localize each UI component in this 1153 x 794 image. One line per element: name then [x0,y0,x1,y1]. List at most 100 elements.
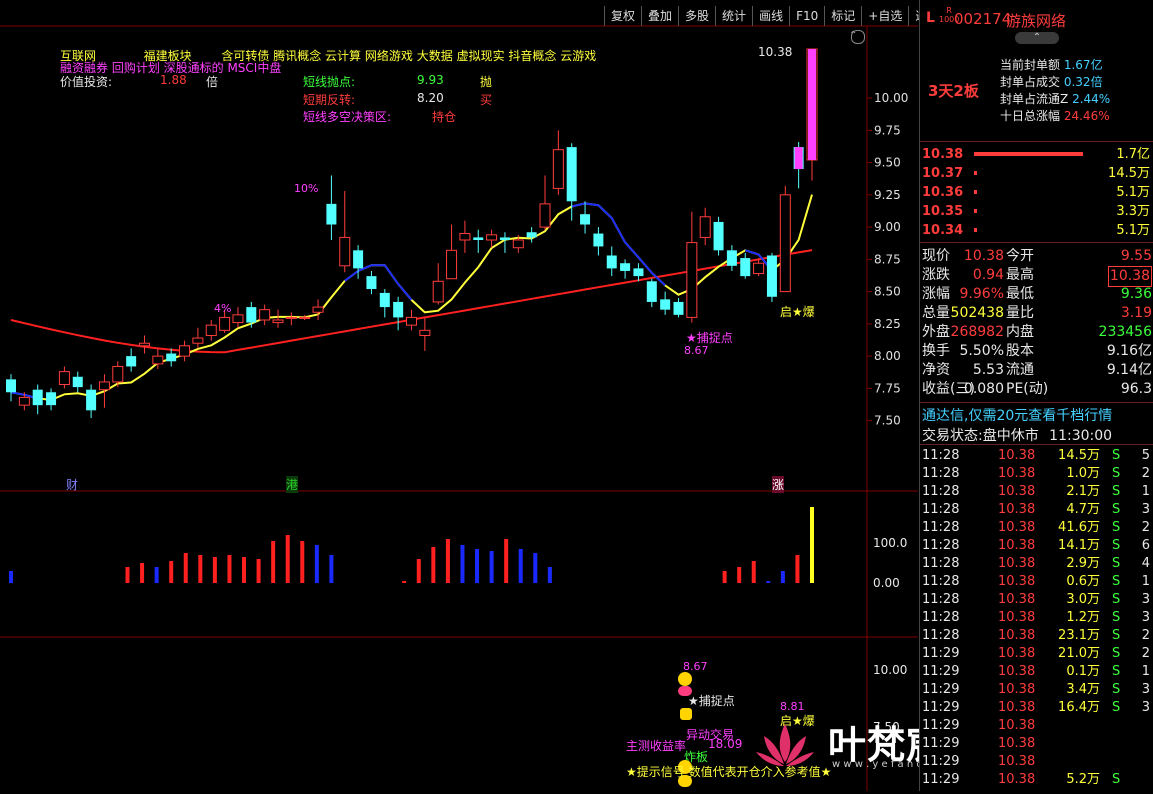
launch-label: 启★爆 [780,305,815,319]
toolbar-f10-button[interactable]: F10 [789,6,824,26]
candle-body [312,306,324,313]
trade-direction: S [1112,484,1121,499]
candle-body [246,307,257,323]
order-volume-bar [974,209,977,213]
toolbar-stats-button[interactable]: 统计 [715,6,752,26]
volume-bars [9,507,814,583]
toolbar-draw-line-button[interactable]: 画线 [752,6,789,26]
trade-price: 10.38 [998,772,1036,787]
candle-body [633,268,644,277]
finance-marker[interactable]: 财 [66,476,78,493]
trade-direction: S [1112,448,1121,463]
toolbar-multi-stock-button[interactable]: 多股 [678,6,715,26]
order-price: 10.37 [922,166,964,181]
candle-body [646,281,657,302]
candle-body [166,353,177,362]
trade-row: 11:29 10.38 0.1万 S 1 [920,663,1153,681]
trade-price: 10.38 [998,664,1036,679]
lotus-logo-icon [752,718,818,774]
candle-body [620,263,631,271]
kline-chart-area[interactable]: 10.00 9.75 9.50 9.25 9.00 8.75 8.50 8.25 8.00 7.7… [0,0,918,791]
order-volume-bar [974,228,977,232]
quote-row: 换手 5.50% 股本 9.16亿 [920,342,1153,361]
volume-bar [140,563,145,583]
order-book-row[interactable]: 10.36 5.1万 [920,183,1153,202]
volume-bar [402,581,407,583]
trade-count: 2 [1141,520,1150,535]
trade-direction: S [1112,628,1121,643]
candle-body [326,203,337,225]
volume-bar [285,535,290,583]
quote-label: 最低 [1006,286,1034,302]
candle-body [98,381,110,391]
trade-row: 11:29 10.38 3.4万 S 3 [920,681,1153,699]
kline-chart-svg[interactable]: 10.00 9.75 9.50 9.25 9.00 8.75 8.50 8.25 8.00 7.7… [0,0,918,791]
trade-price: 10.38 [998,502,1036,517]
trade-time: 11:29 [922,772,960,787]
valuation-label: 价值投资: [60,75,113,89]
volume-bar [9,571,13,583]
hk-connect-marker[interactable]: 港 [286,476,299,493]
trade-price: 10.38 [998,520,1036,535]
order-book-row[interactable]: 10.38 1.7亿 [920,145,1153,164]
trade-price: 10.38 [998,448,1036,463]
trade-volume: 1.0万 [1066,466,1100,481]
quote-value: 9.14亿 [1106,362,1152,378]
concept-tag[interactable]: 网络游戏 [365,49,413,63]
trade-time: 11:28 [922,610,960,625]
concept-tag[interactable]: 云计算 [325,49,361,63]
toolbar-mark-button[interactable]: 标记 [824,6,861,26]
candle-body [606,255,617,269]
trade-direction: S [1112,646,1121,661]
toolbar-fuquan-button[interactable]: 复权 [604,6,641,26]
quote-label: 今开 [1006,248,1034,264]
trade-time: 11:29 [922,664,960,679]
stock-code: 002174 [954,10,1012,28]
concept-tag[interactable]: 云游戏 [560,49,596,63]
candle-body [259,309,271,321]
candle-body [32,389,43,406]
concept-tag[interactable]: 虚拟现实 [457,49,505,63]
toolbar-add-watchlist-button[interactable]: +自选 [861,6,908,26]
limit-up-marker[interactable]: 涨 [772,476,785,493]
trade-volume: 0.1万 [1066,664,1100,679]
smiley-icon [678,672,692,686]
order-book-row[interactable]: 10.37 14.5万 [920,164,1153,183]
order-volume-bar [974,190,977,194]
sub-capture-label: ★捕捉点 [688,694,735,708]
trade-price: 10.38 [998,610,1036,625]
trade-direction: S [1112,772,1121,787]
order-book-row[interactable]: 10.35 3.3万 [920,202,1153,221]
candle-body [539,203,551,228]
order-book-row[interactable]: 10.34 5.1万 [920,221,1153,240]
reversal-value: 8.20 [417,91,444,105]
collapse-chevron-icon[interactable]: ⌃ [1015,32,1059,44]
candle-body [566,147,577,202]
candle-body [713,221,724,251]
concept-tag[interactable]: 大数据 [417,49,453,63]
candle-body [512,239,524,249]
volume-bar [795,555,800,583]
reversal-label: 短期反转: [303,93,356,107]
settings-circle-icon[interactable] [851,30,865,44]
order-price: 10.35 [922,204,964,219]
top-toolbar: 复权 叠加 多股 统计 画线 F10 标记 +自选 返回 [604,6,945,26]
promo-banner[interactable]: 通达信,仅需20元查看千档行情 [922,405,1112,425]
volume-bar [416,559,421,583]
quote-label: 流通 [1006,362,1034,378]
volume-bar [198,555,203,583]
candle-body [126,356,137,367]
quote-label: PE(动) [1006,381,1049,397]
trade-volume: 2.9万 [1066,556,1100,571]
candle-body [379,292,390,308]
sub-price-top: 8.67 [683,660,708,673]
capture-price-label: 8.67 [684,344,709,357]
candle-body [766,255,777,297]
high-price-label: 10.38 [758,45,793,59]
concept-tag[interactable]: 抖音概念 [508,49,556,63]
candle-body [46,392,57,406]
candle-body [139,342,150,347]
toolbar-overlay-button[interactable]: 叠加 [641,6,678,26]
quote-value: 3.19 [1120,305,1152,321]
volume-bar [300,541,305,583]
